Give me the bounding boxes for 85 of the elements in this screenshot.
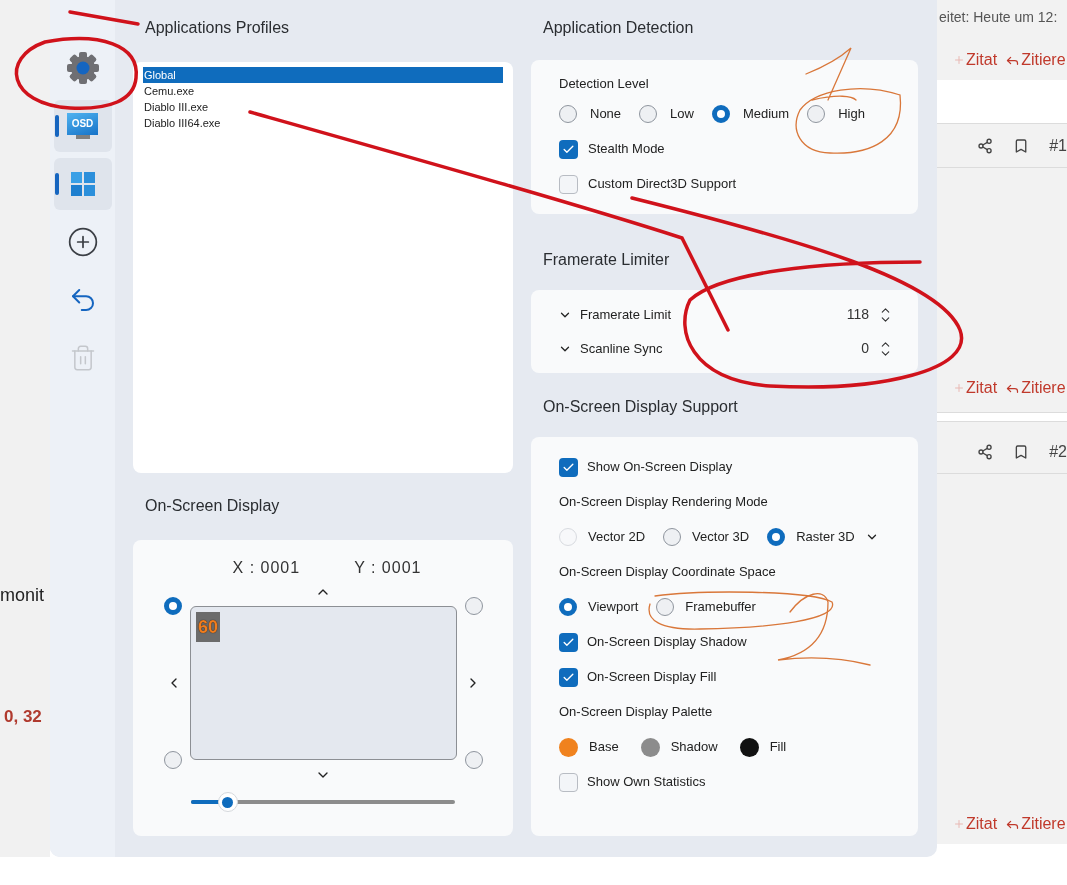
profile-item[interactable]: Diablo III.exe [143,99,503,115]
radio-label: Vector 3D [692,528,750,547]
selection-indicator [54,173,59,195]
checkbox[interactable] [559,667,578,687]
post-text: 0, 32 [3,706,43,728]
radio-label: Low [670,105,694,124]
checkbox[interactable] [559,457,578,477]
reply-link[interactable]: Zitiere [1005,812,1066,836]
checkbox[interactable] [559,632,578,652]
radio-button[interactable] [639,105,658,123]
swatch-label: Shadow [670,738,718,757]
checkbox[interactable] [559,139,578,159]
radio-label: High [838,105,865,124]
radio-label: Medium [742,105,790,124]
checkbox-label: On-Screen Display Shadow [587,633,747,652]
radio-label: None [590,105,622,124]
reply-link[interactable]: Zitiere [1005,48,1066,72]
setting-label: Scanline Sync [580,339,664,358]
profile-item[interactable]: Global [143,67,503,83]
post-number[interactable]: #1 [1049,133,1067,158]
checkbox[interactable] [559,772,578,792]
number-value: 0 [861,339,869,358]
radio-label: Viewport [588,598,639,617]
monitor-screen: OSD [67,113,98,135]
four-squares-icon [70,172,95,196]
radio-button[interactable] [807,105,826,123]
share-icon[interactable] [977,442,994,461]
post-text: monit [0,584,45,607]
radio-button[interactable] [559,598,577,616]
field-label: On-Screen Display Rendering Mode [559,493,769,511]
setting-label: Framerate Limit [580,305,673,324]
share-icon[interactable] [977,136,994,155]
monitor-stand [75,135,90,139]
reply-link[interactable]: Zitiere [1005,376,1066,400]
field-label: On-Screen Display Coordinate Space [559,563,777,581]
section-title: Framerate Limiter [542,250,671,270]
swatch-label: Fill [769,738,787,757]
checkbox-label: On-Screen Display Fill [587,668,717,687]
color-swatch[interactable] [739,737,759,757]
plus-icon [953,382,965,394]
section-title: On-Screen Display [144,496,281,516]
color-swatch[interactable] [559,737,578,757]
radio-button[interactable] [465,597,483,615]
field-label: On-Screen Display Palette [559,703,714,721]
sidebar-button[interactable]: OSD [53,100,112,152]
radio-button[interactable] [767,528,786,546]
section-title: On-Screen Display Support [542,397,739,417]
checkbox-label: Custom Direct3D Support [588,175,737,194]
radio-button[interactable] [559,105,577,123]
checkbox[interactable] [559,174,578,194]
field-label: Detection Level [559,75,650,93]
section-title: Applications Profiles [144,18,291,38]
quote-link[interactable]: Zitat [953,48,998,72]
checkbox-label: Stealth Mode [588,140,665,159]
plus-icon [953,818,965,830]
section-title: Application Detection [542,18,695,38]
quote-link[interactable]: Zitat [953,812,998,836]
radio-button[interactable] [465,751,483,769]
profile-item[interactable]: Cemu.exe [143,83,503,99]
color-swatch[interactable] [640,737,660,757]
sidebar-button[interactable] [53,158,112,210]
quote-link[interactable]: Zitat [953,376,998,400]
plus-icon [953,54,965,66]
post-number[interactable]: #2 [1049,439,1067,464]
edit-note: eitet: Heute um 12: [938,8,1059,26]
radio-button[interactable] [164,751,182,769]
slider-thumb[interactable] [217,792,238,812]
framerate-counter: 60 [196,612,221,642]
swatch-label: Base [589,738,619,757]
radio-label: Framebuffer [685,598,756,617]
y-coordinate: Y : 0001 [354,558,422,578]
checkbox-label: Show On-Screen Display [587,458,733,477]
number-value: 118 [846,305,869,324]
radio-button[interactable] [656,598,675,616]
checkbox-label: Show Own Statistics [587,773,706,792]
radio-label: Vector 2D [588,528,646,547]
radio-button[interactable] [663,528,682,546]
radio-button[interactable] [164,597,182,615]
radio-label: Raster 3D [796,528,855,547]
profile-item[interactable]: Diablo III64.exe [143,115,503,131]
gear-icon [65,51,100,85]
add-icon [66,226,99,258]
selection-indicator [54,115,59,137]
radio-button[interactable] [711,105,730,123]
x-coordinate: X : 0001 [232,558,301,578]
